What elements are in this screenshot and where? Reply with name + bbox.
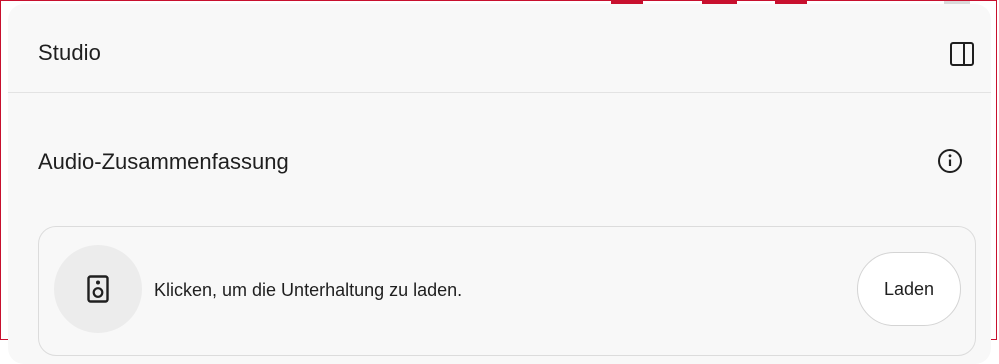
load-conversation-text: Klicken, um die Unterhaltung zu laden. xyxy=(154,280,463,300)
info-button[interactable] xyxy=(936,147,964,175)
speaker-icon xyxy=(87,275,109,303)
panel-header: Studio xyxy=(8,4,991,93)
load-button[interactable]: Laden xyxy=(857,252,961,326)
studio-panel: Studio Audio-Zusammenfassung Klicken, um… xyxy=(8,4,991,364)
audio-overview-title: Audio-Zusammenfassung xyxy=(38,149,289,174)
side-panel-icon xyxy=(950,42,974,66)
audio-overview-card: Klicken, um die Unterhaltung zu laden. L… xyxy=(38,226,976,356)
collapse-panel-button[interactable] xyxy=(948,40,976,68)
speaker-icon-container xyxy=(54,245,142,333)
panel-title: Studio xyxy=(38,40,101,65)
info-icon xyxy=(938,149,962,173)
